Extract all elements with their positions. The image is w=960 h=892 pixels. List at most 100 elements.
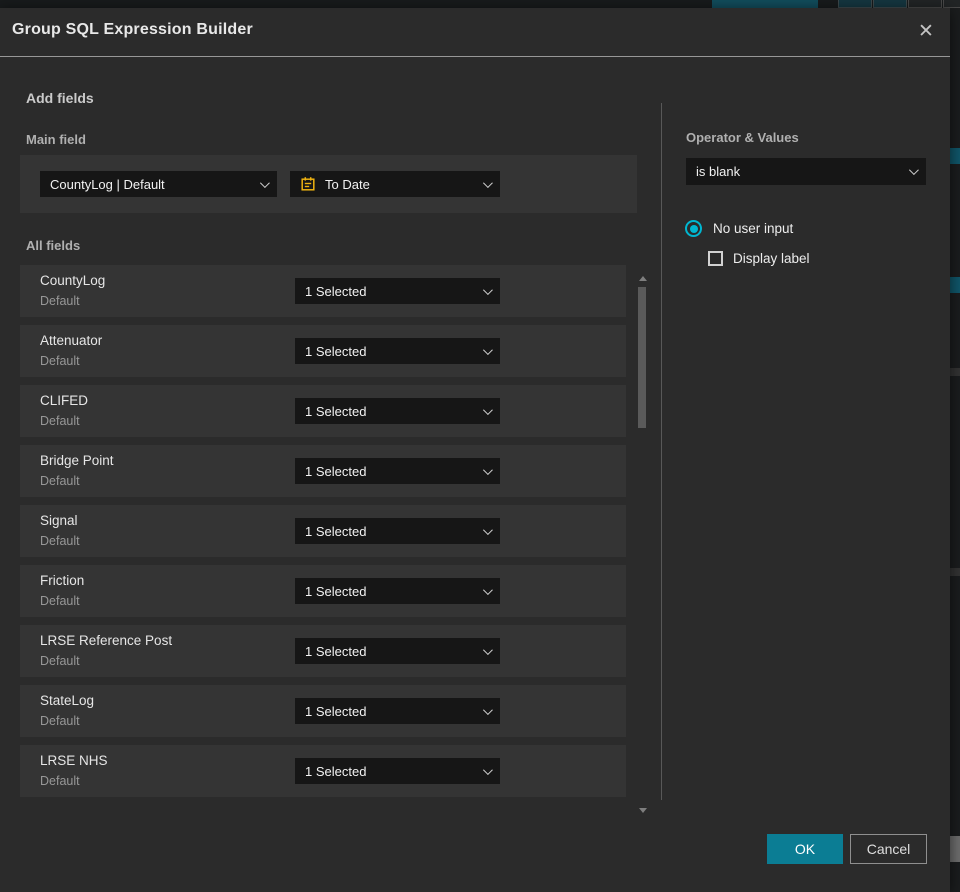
background-fragment [950,836,960,862]
field-subtitle: Default [40,714,80,728]
scrollbar-thumb[interactable] [638,287,646,428]
background-app-strip: Live view [0,0,960,8]
checkbox-unchecked-icon [708,251,723,266]
chevron-down-icon [482,404,493,415]
field-subtitle: Default [40,654,80,668]
field-row: Attenuator Default 1 Selected [20,325,626,377]
display-label-checkbox[interactable]: Display label [708,251,810,266]
field-name: Bridge Point [40,453,114,468]
field-selection-value: 1 Selected [305,583,367,599]
main-field-type-value: To Date [325,176,370,192]
field-selection-value: 1 Selected [305,763,367,779]
panel-divider [661,103,662,800]
all-fields-list: CountyLog Default 1 Selected Attenuator Defa… [20,265,626,805]
field-selection-select[interactable]: 1 Selected [295,758,500,784]
toolbar-icon-box[interactable] [873,0,907,8]
background-app-sliver [950,8,960,892]
field-subtitle: Default [40,534,80,548]
field-selection-select[interactable]: 1 Selected [295,638,500,664]
field-name: Attenuator [40,333,103,348]
background-fragment [950,568,960,576]
field-subtitle: Default [40,354,80,368]
field-selection-select[interactable]: 1 Selected [295,398,500,424]
live-view-label: Live view [737,0,790,2]
field-selection-value: 1 Selected [305,703,367,719]
field-selection-value: 1 Selected [305,643,367,659]
main-field-select[interactable]: CountyLog | Default [40,171,277,197]
main-field-type-select[interactable]: To Date [290,171,500,197]
field-row: Bridge Point Default 1 Selected [20,445,626,497]
chevron-down-icon [482,344,493,355]
calendar-date-icon [301,177,315,191]
field-row: CLIFED Default 1 Selected [20,385,626,437]
no-user-input-label: No user input [713,221,794,236]
live-view-button[interactable]: Live view [712,0,818,8]
field-selection-value: 1 Selected [305,343,367,359]
field-selection-select[interactable]: 1 Selected [295,518,500,544]
field-selection-value: 1 Selected [305,523,367,539]
field-selection-select[interactable]: 1 Selected [295,698,500,724]
ok-button[interactable]: OK [767,834,843,864]
chevron-down-icon [482,704,493,715]
chevron-down-icon [259,177,270,188]
field-row: LRSE NHS Default 1 Selected [20,745,626,797]
toolbar-icon-box[interactable] [943,0,960,8]
field-subtitle: Default [40,774,80,788]
field-selection-select[interactable]: 1 Selected [295,458,500,484]
chevron-down-icon [482,284,493,295]
toolbar-icon-box[interactable] [838,0,872,8]
no-user-input-radio[interactable]: No user input [685,220,793,237]
operator-values-heading: Operator & Values [686,130,799,145]
field-subtitle: Default [40,474,80,488]
toolbar-icon-box[interactable] [908,0,942,8]
operator-select-value: is blank [696,164,741,179]
field-row: Friction Default 1 Selected [20,565,626,617]
field-subtitle: Default [40,414,80,428]
field-name: StateLog [40,693,95,708]
field-selection-select[interactable]: 1 Selected [295,578,500,604]
field-row: StateLog Default 1 Selected [20,685,626,737]
chevron-down-icon [482,584,493,595]
scrollbar-up-arrow-icon[interactable] [639,276,647,281]
field-selection-value: 1 Selected [305,403,367,419]
main-field-label: Main field [26,132,86,147]
chevron-down-icon [482,644,493,655]
field-name: Signal [40,513,78,528]
field-row: Signal Default 1 Selected [20,505,626,557]
field-row: LRSE Reference Post Default 1 Selected [20,625,626,677]
operator-select[interactable]: is blank [686,158,926,185]
field-selection-select[interactable]: 1 Selected [295,338,500,364]
group-sql-expression-builder-dialog: Group SQL Expression Builder ✕ Add field… [0,8,950,892]
radio-selected-icon [685,220,702,237]
dialog-header: Group SQL Expression Builder ✕ [0,8,950,57]
chevron-down-icon [482,764,493,775]
chevron-down-icon [482,524,493,535]
chevron-down-icon [482,464,493,475]
field-name: LRSE Reference Post [40,633,173,648]
main-field-panel: CountyLog | Default To Date [20,155,637,213]
background-fragment [950,148,960,164]
field-selection-value: 1 Selected [305,283,367,299]
background-fragment [950,368,960,376]
field-name: CLIFED [40,393,89,408]
fields-list-scrollbar[interactable] [636,270,651,815]
field-name: CountyLog [40,273,106,288]
field-row: CountyLog Default 1 Selected [20,265,626,317]
display-label-text: Display label [733,251,810,266]
field-name: LRSE NHS [40,753,108,768]
main-field-select-value: CountyLog | Default [50,176,165,192]
background-fragment [950,277,960,293]
field-selection-select[interactable]: 1 Selected [295,278,500,304]
field-subtitle: Default [40,294,80,308]
field-subtitle: Default [40,594,80,608]
dialog-title: Group SQL Expression Builder [12,21,253,38]
close-icon[interactable]: ✕ [913,19,939,45]
field-name: Friction [40,573,85,588]
all-fields-label: All fields [26,238,81,253]
cancel-button[interactable]: Cancel [850,834,927,864]
add-fields-heading: Add fields [26,90,94,106]
chevron-down-icon [482,177,493,188]
scrollbar-down-arrow-icon[interactable] [639,808,647,813]
chevron-down-icon [908,165,919,176]
field-selection-value: 1 Selected [305,463,367,479]
